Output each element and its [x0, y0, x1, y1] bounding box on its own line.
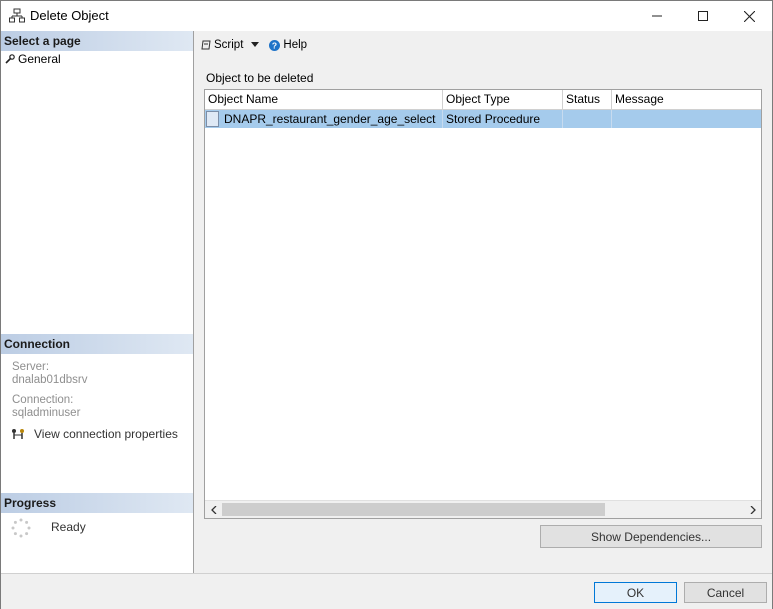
progress-indicator: Ready — [11, 518, 86, 538]
grid-header: Object Name Object Type Status Message — [205, 90, 761, 110]
maximize-icon — [698, 11, 708, 21]
svg-text:?: ? — [272, 40, 277, 50]
cell-object-type: Stored Procedure — [443, 110, 563, 128]
scroll-left-button[interactable] — [205, 501, 222, 518]
help-icon: ? — [269, 39, 281, 51]
left-pane: Select a page General Connection Server:… — [1, 31, 194, 573]
table-row[interactable]: DNAPR_restaurant_gender_age_select Store… — [205, 110, 761, 128]
scroll-right-button[interactable] — [744, 501, 761, 518]
column-header-status[interactable]: Status — [563, 90, 612, 109]
server-label: Server: — [12, 361, 50, 373]
close-icon — [743, 10, 755, 22]
right-pane: Script ? Help Object to be deleted Objec… — [194, 31, 772, 573]
objects-section-label: Object to be deleted — [206, 71, 314, 85]
script-dropdown[interactable] — [251, 42, 260, 48]
chevron-right-icon — [750, 505, 756, 514]
help-label: Help — [283, 39, 308, 51]
cell-object-name: DNAPR_restaurant_gender_age_select — [220, 110, 443, 128]
wrench-icon — [5, 54, 15, 64]
connection-header: Connection — [1, 334, 193, 354]
script-button[interactable]: Script — [201, 39, 243, 51]
connection-value: sqladminuser — [12, 407, 81, 419]
dialog-button-bar: OK Cancel — [1, 573, 772, 609]
minimize-button[interactable] — [634, 1, 680, 31]
cancel-button[interactable]: Cancel — [684, 582, 767, 603]
title-bar: Delete Object — [1, 1, 772, 31]
server-value: dnalab01dbsrv — [12, 374, 88, 386]
help-button[interactable]: ? Help — [269, 39, 307, 51]
object-tree-icon — [9, 8, 25, 24]
column-header-object-name[interactable]: Object Name — [205, 90, 443, 109]
cell-status — [563, 110, 612, 128]
column-header-object-type[interactable]: Object Type — [443, 90, 563, 109]
chevron-left-icon — [210, 505, 216, 514]
progress-spinner-icon — [11, 518, 31, 538]
script-icon — [201, 40, 211, 50]
show-dependencies-button[interactable]: Show Dependencies... — [540, 525, 762, 548]
chevron-down-icon — [251, 42, 260, 47]
progress-header: Progress — [1, 493, 193, 513]
delete-object-dialog: Delete Object Select a page General Conn… — [0, 0, 773, 609]
connection-properties-icon — [12, 429, 24, 439]
script-label: Script — [214, 39, 244, 51]
toolbar: Script ? Help — [194, 31, 772, 59]
maximize-button[interactable] — [680, 1, 726, 31]
column-header-message[interactable]: Message — [612, 90, 761, 109]
objects-grid[interactable]: Object Name Object Type Status Message D… — [204, 89, 762, 519]
cell-message — [612, 110, 761, 128]
minimize-icon — [652, 15, 662, 17]
scroll-thumb[interactable] — [222, 503, 605, 516]
view-connection-properties-link[interactable]: View connection properties — [11, 427, 178, 441]
horizontal-scrollbar[interactable] — [205, 500, 761, 518]
window-title: Delete Object — [30, 8, 109, 23]
connection-label: Connection: — [12, 394, 74, 406]
progress-status: Ready — [51, 520, 86, 534]
select-page-header: Select a page — [1, 31, 193, 51]
close-button[interactable] — [726, 1, 772, 31]
page-item-general[interactable]: General — [5, 52, 61, 66]
ok-button[interactable]: OK — [594, 582, 677, 603]
page-item-label: General — [18, 52, 61, 66]
row-selector[interactable] — [206, 111, 219, 127]
view-connection-properties-label: View connection properties — [34, 427, 178, 441]
